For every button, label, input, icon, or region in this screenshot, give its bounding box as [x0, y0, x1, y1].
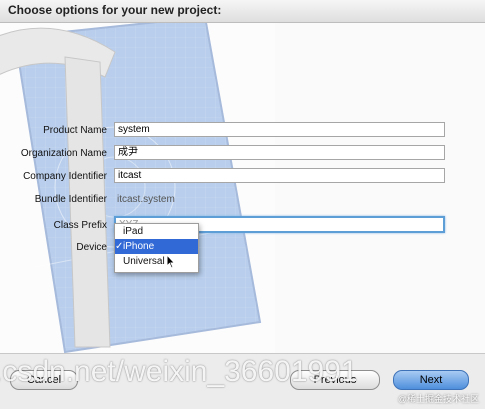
bundle-identifier-label: Bundle Identifier: [34, 194, 107, 205]
device-option-label: iPad: [123, 226, 144, 237]
company-identifier-field[interactable]: itcast: [114, 168, 445, 183]
device-label: Device: [76, 242, 107, 253]
device-option-label: Universal: [123, 256, 165, 267]
company-identifier-label: Company Identifier: [23, 171, 107, 182]
product-name-field[interactable]: system: [114, 122, 445, 137]
next-button[interactable]: Next: [393, 370, 469, 390]
device-option-ipad[interactable]: iPad: [115, 224, 198, 239]
dialog-header: Choose options for your new project:: [0, 0, 485, 23]
class-prefix-label: Class Prefix: [53, 220, 107, 231]
product-name-label: Product Name: [43, 125, 107, 136]
device-option-iphone[interactable]: ✓ iPhone: [115, 239, 198, 254]
checkmark-icon: ✓: [115, 241, 124, 252]
options-panel: Product Name system Organization Name 成尹…: [0, 23, 485, 354]
csdn-watermark: .csdn.net/weixin_36601991: [0, 355, 358, 388]
device-popup-menu[interactable]: iPad ✓ iPhone Universal: [114, 223, 199, 273]
device-option-universal[interactable]: Universal: [115, 254, 198, 269]
mouse-pointer-icon: [166, 254, 176, 269]
device-option-label: iPhone: [123, 241, 155, 252]
organization-name-field[interactable]: 成尹: [114, 145, 445, 160]
dialog-title: Choose options for your new project:: [8, 3, 222, 17]
xcode-hammer-blueprint-icon: [0, 23, 275, 353]
bundle-identifier-value: itcast.system: [117, 194, 175, 205]
juejin-watermark: @稀土掘金技术社区: [397, 394, 479, 404]
organization-name-label: Organization Name: [20, 148, 107, 159]
